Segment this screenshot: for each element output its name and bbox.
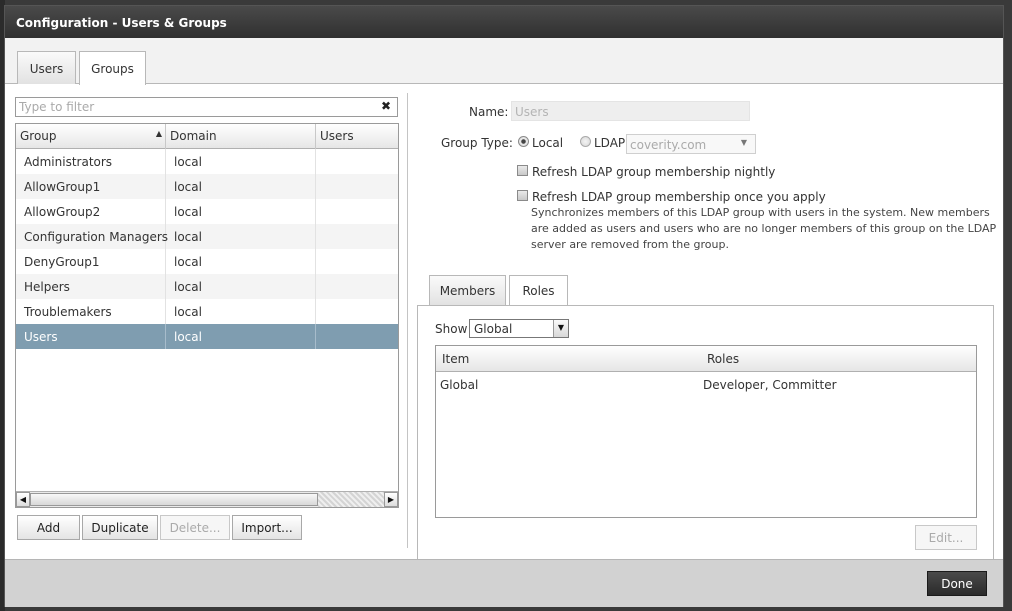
main-tab-strip: Users Groups <box>5 38 1003 85</box>
cell-domain: local <box>166 224 316 249</box>
cell-domain: local <box>166 249 316 274</box>
refresh-description: Synchronizes members of this LDAP group … <box>531 206 997 251</box>
roles-table: Item Roles Global Developer, Committer <box>435 345 977 518</box>
tab-roles[interactable]: Roles <box>509 275 568 306</box>
refresh-nightly-label: Refresh LDAP group membership nightly <box>532 165 776 179</box>
roles-table-header: Item Roles <box>436 346 976 372</box>
import-button[interactable]: Import... <box>232 515 302 540</box>
cell-group: AllowGroup1 <box>16 174 166 199</box>
name-field: Users <box>511 101 750 121</box>
show-label: Show <box>435 322 468 336</box>
cell-domain: local <box>166 149 316 174</box>
table-row[interactable]: DenyGroup1 local <box>16 249 398 274</box>
cell-users <box>316 149 398 174</box>
users-groups-dialog: Configuration - Users & Groups Users Gro… <box>4 5 1004 607</box>
cell-users <box>316 274 398 299</box>
show-select[interactable]: Global ▼ <box>469 319 569 338</box>
show-select-value: Global <box>474 322 513 336</box>
table-row[interactable]: Troublemakers local <box>16 299 398 324</box>
radio-local-label: Local <box>532 136 564 150</box>
column-header-users[interactable]: Users <box>316 124 398 149</box>
horizontal-scrollbar[interactable]: ◀ ▶ <box>16 491 398 507</box>
scroll-right-icon[interactable]: ▶ <box>384 492 398 507</box>
cell-domain: local <box>166 299 316 324</box>
scroll-left-icon[interactable]: ◀ <box>16 492 30 507</box>
groups-table: Group ▲ Domain Users Administrators loca… <box>15 123 399 508</box>
ldap-server-select[interactable]: coverity.com ▼ <box>626 134 756 154</box>
cell-group: Administrators <box>16 149 166 174</box>
table-row[interactable]: AllowGroup1 local <box>16 174 398 199</box>
table-row[interactable]: Configuration Managers local <box>16 224 398 249</box>
cell-users <box>316 174 398 199</box>
scrollbar-thumb[interactable] <box>30 493 318 506</box>
group-type-label: Group Type: <box>441 136 513 150</box>
cell-group: Users <box>16 324 166 349</box>
cell-users <box>316 199 398 224</box>
cell-item: Global <box>440 378 479 392</box>
chevron-down-icon: ▼ <box>740 138 747 147</box>
dialog-title: Configuration - Users & Groups <box>5 6 1003 38</box>
table-row-selected[interactable]: Users local <box>16 324 398 349</box>
duplicate-button[interactable]: Duplicate <box>82 515 158 540</box>
name-label: Name: <box>469 105 509 119</box>
table-row[interactable]: Global Developer, Committer <box>436 372 976 397</box>
column-header-roles[interactable]: Roles <box>707 352 739 366</box>
done-button[interactable]: Done <box>927 571 987 596</box>
radio-local[interactable] <box>518 136 529 147</box>
tab-members[interactable]: Members <box>429 275 506 305</box>
column-header-item[interactable]: Item <box>442 352 469 366</box>
filter-box: ✖ <box>15 97 398 117</box>
cell-roles: Developer, Committer <box>703 378 837 392</box>
close-icon[interactable]: ✖ <box>381 99 391 113</box>
filter-input[interactable] <box>16 98 366 116</box>
sort-ascending-icon: ▲ <box>155 129 162 138</box>
cell-domain: local <box>166 274 316 299</box>
groups-table-header: Group ▲ Domain Users <box>16 124 398 149</box>
radio-ldap[interactable] <box>580 136 591 147</box>
table-row[interactable]: Helpers local <box>16 274 398 299</box>
cell-group: DenyGroup1 <box>16 249 166 274</box>
tab-groups[interactable]: Groups <box>79 51 146 85</box>
table-row[interactable]: Administrators local <box>16 149 398 174</box>
tab-users[interactable]: Users <box>17 51 76 84</box>
cell-domain: local <box>166 174 316 199</box>
cell-group: Troublemakers <box>16 299 166 324</box>
cell-group: Configuration Managers <box>16 224 168 249</box>
table-row[interactable]: AllowGroup2 local <box>16 199 398 224</box>
delete-button[interactable]: Delete... <box>160 515 230 540</box>
cell-group: Helpers <box>16 274 166 299</box>
column-header-group[interactable]: Group ▲ <box>16 124 166 149</box>
add-button[interactable]: Add <box>17 515 80 540</box>
ldap-server-value: coverity.com <box>630 138 707 152</box>
cell-users <box>316 299 398 324</box>
cell-users <box>316 249 398 274</box>
chevron-down-icon: ▼ <box>553 320 568 337</box>
edit-button[interactable]: Edit... <box>915 525 977 550</box>
panel-divider <box>407 93 408 548</box>
cell-group: AllowGroup2 <box>16 199 166 224</box>
cell-users <box>316 224 398 249</box>
radio-ldap-label: LDAP <box>594 136 626 150</box>
refresh-apply-checkbox[interactable] <box>517 190 528 201</box>
dialog-footer: Done <box>5 559 1003 607</box>
column-header-domain[interactable]: Domain <box>166 124 316 149</box>
dialog-content: Users Groups ✖ Group ▲ Domain Users Admi… <box>5 38 1003 559</box>
cell-users <box>316 324 398 349</box>
refresh-apply-label: Refresh LDAP group membership once you a… <box>532 190 826 204</box>
refresh-nightly-checkbox[interactable] <box>517 165 528 176</box>
column-header-group-label: Group <box>20 129 57 143</box>
cell-domain: local <box>166 324 316 349</box>
cell-domain: local <box>166 199 316 224</box>
scrollbar-track[interactable] <box>318 492 384 507</box>
